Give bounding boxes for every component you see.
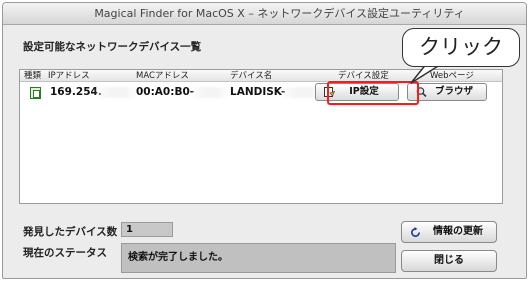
table-header: 種類 IPアドレス MACアドレス デバイス名 デバイス設定 Webページ — [20, 70, 502, 82]
redacted-mac — [192, 87, 226, 98]
column-header-webpage[interactable]: Webページ — [430, 70, 474, 82]
click-callout: クリック — [402, 28, 520, 67]
nas-device-icon — [30, 87, 41, 99]
magical-finder-window: Magical Finder for MacOS X – ネットワークデバイス設… — [2, 2, 527, 279]
click-highlight-box — [327, 81, 419, 105]
status-label: 現在のステータス — [23, 247, 107, 259]
found-devices-label: 発見したデバイス数 — [23, 226, 118, 238]
column-header-device-name[interactable]: デバイス名 — [230, 70, 272, 82]
browser-label: ブラウザ — [434, 86, 473, 97]
close-button[interactable]: 閉じる — [401, 250, 497, 272]
device-name: LANDISK- — [230, 86, 286, 98]
status-text: 検索が完了しました。 — [121, 243, 396, 273]
found-devices-count: 1 — [121, 222, 173, 237]
mac-address: 00:A0:B0- — [136, 86, 195, 98]
browser-button[interactable]: ブラウザ — [407, 83, 487, 101]
column-header-type[interactable]: 種類 — [24, 70, 41, 82]
close-label: 閉じる — [434, 255, 464, 266]
column-header-ip[interactable]: IPアドレス — [48, 70, 90, 82]
column-header-mac[interactable]: MACアドレス — [136, 70, 189, 82]
refresh-button[interactable]: 情報の更新 — [401, 221, 497, 243]
window-title: Magical Finder for MacOS X – ネットワークデバイス設… — [3, 3, 526, 25]
redacted-ip — [96, 87, 136, 98]
refresh-label: 情報の更新 — [433, 226, 483, 237]
ip-address: 169.254. — [50, 86, 102, 98]
device-list-label: 設定可能なネットワークデバイス一覧 — [23, 41, 202, 53]
refresh-icon — [411, 227, 420, 237]
